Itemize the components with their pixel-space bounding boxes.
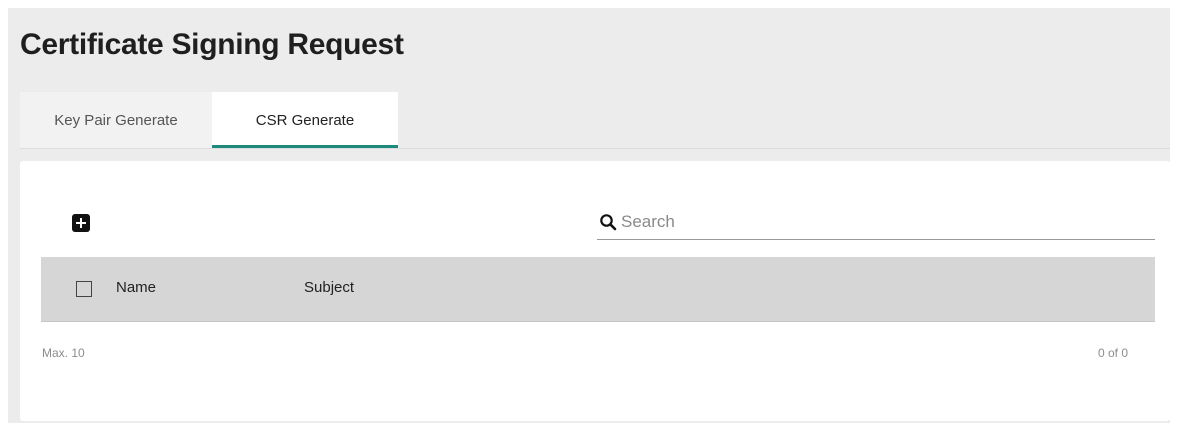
tab-bar: Key Pair Generate CSR Generate — [20, 92, 398, 148]
tab-csr-generate[interactable]: CSR Generate — [212, 92, 398, 148]
search-input[interactable] — [621, 209, 1141, 235]
search-bar — [597, 205, 1155, 240]
column-header-name[interactable]: Name — [116, 279, 156, 296]
tab-divider — [20, 148, 1170, 149]
table-header: Name Subject — [41, 257, 1155, 322]
tab-key-pair-generate[interactable]: Key Pair Generate — [20, 92, 212, 148]
search-icon — [600, 214, 617, 231]
page-title: Certificate Signing Request — [20, 28, 404, 61]
select-all-checkbox[interactable] — [76, 281, 92, 297]
add-icon[interactable] — [72, 214, 90, 232]
max-entries-label: Max. 10 — [42, 346, 85, 360]
csr-card: Name Subject Max. 10 0 of 0 — [20, 161, 1170, 421]
column-header-subject[interactable]: Subject — [304, 279, 354, 296]
page-container: Certificate Signing Request Key Pair Gen… — [8, 8, 1170, 423]
pagination-count: 0 of 0 — [1097, 346, 1128, 360]
